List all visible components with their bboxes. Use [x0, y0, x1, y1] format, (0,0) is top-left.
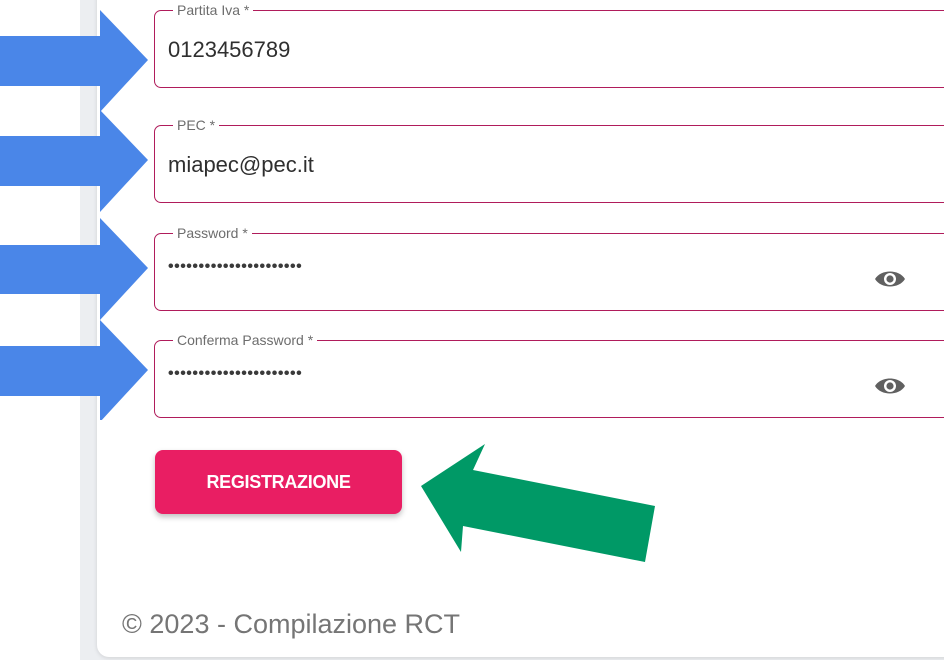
pec-field[interactable]: PEC * miapec@pec.it — [154, 116, 944, 203]
pec-label: PEC * — [173, 116, 220, 134]
confirm-password-value: •••••••••••••••••••••• — [168, 365, 303, 382]
button-annotation-arrow — [421, 444, 655, 562]
password-field[interactable]: Password * •••••••••••••••••••••• — [154, 224, 944, 311]
footer-copyright: © 2023 - Compilazione RCT — [122, 609, 461, 639]
password-label: Password * — [173, 224, 252, 242]
eye-icon[interactable] — [873, 268, 907, 290]
partita-iva-label: Partita Iva * — [173, 1, 254, 19]
registrazione-button[interactable]: REGISTRAZIONE — [155, 450, 402, 514]
annotation-arrows — [0, 10, 148, 420]
arrow-right-icon — [0, 10, 148, 112]
partita-iva-value: 0123456789 — [168, 37, 291, 62]
partita-iva-field[interactable]: Partita Iva * 0123456789 — [154, 1, 944, 88]
eye-icon[interactable] — [873, 375, 907, 397]
arrow-right-icon — [0, 320, 148, 420]
arrow-left-icon — [421, 444, 655, 562]
pec-value: miapec@pec.it — [168, 152, 314, 177]
confirm-password-field[interactable]: Conferma Password * ••••••••••••••••••••… — [154, 331, 944, 418]
arrow-right-icon — [0, 110, 148, 212]
password-value: •••••••••••••••••••••• — [168, 258, 303, 275]
arrow-right-icon — [0, 218, 148, 320]
confirm-password-label: Conferma Password * — [173, 331, 318, 349]
